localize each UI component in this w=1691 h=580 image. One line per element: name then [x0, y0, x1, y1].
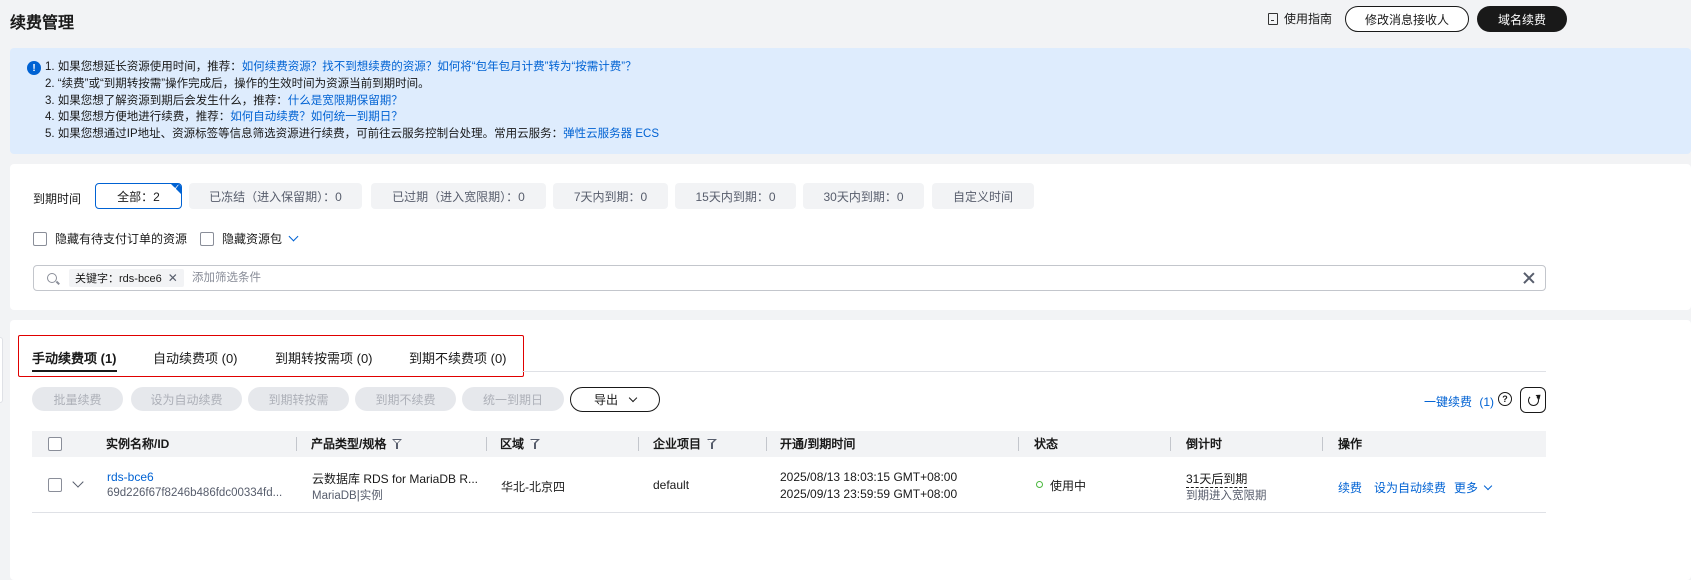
set-auto-renew-link[interactable]: 设为自动续费	[1374, 479, 1446, 496]
open-time: 2025/08/13 18:03:15 GMT+08:00	[780, 470, 958, 484]
countdown-text: 31天后到期	[1186, 472, 1248, 488]
product-type: 云数据库 RDS for MariaDB R...	[312, 472, 479, 486]
renew-link[interactable]: 续费	[1338, 479, 1362, 496]
unify-expiry-button[interactable]: 统一到期日	[462, 387, 564, 411]
notice-link-auto-renew[interactable]: 如何自动续费？如何统一到期日？	[230, 111, 403, 123]
expiry-filter-label: 到期时间	[33, 192, 82, 206]
hide-pending-orders-option[interactable]: 隐藏有待支付订单的资源	[33, 230, 187, 247]
resource-list-panel: 手动续费项 (1) 自动续费项 (0) 到期转按需项 (0) 到期不续费项 (0…	[10, 320, 1691, 580]
filter-panel: 到期时间 全部：2 ✓ 已冻结（进入保留期）：0 已过期（进入宽限期）：0 7天…	[10, 164, 1691, 310]
instance-id: 69d226f67f8246b486fdc00334fd...	[107, 487, 283, 499]
collapse-handle[interactable]	[0, 337, 3, 403]
table-row: rds-bce6 69d226f67f8246b486fdc00334fd...…	[32, 457, 1546, 513]
col-enterprise: 企业项目	[653, 431, 718, 457]
domain-renew-button[interactable]: 域名续费	[1477, 6, 1567, 32]
refresh-icon	[1527, 394, 1539, 406]
to-ondemand-button[interactable]: 到期转按需	[248, 387, 349, 411]
chip-30-days[interactable]: 30天内到期：0	[803, 183, 924, 209]
remove-tag-icon[interactable]: ✕	[168, 271, 178, 285]
refresh-button[interactable]	[1520, 387, 1546, 413]
col-product: 产品类型/规格	[311, 431, 403, 457]
info-notice: ! 1. 如果您想延长资源使用时间，推荐：如何续费资源？找不到想续费的资源？如何…	[10, 48, 1691, 154]
product-spec: MariaDB|实例	[312, 490, 383, 502]
col-instance: 实例名称/ID	[106, 437, 170, 451]
col-region: 区域	[500, 431, 541, 457]
user-guide-label: 使用指南	[1284, 12, 1333, 26]
tab-to-ondemand[interactable]: 到期转按需项 (0)	[275, 348, 373, 367]
col-time: 开通/到期时间	[780, 437, 856, 451]
tab-no-renew[interactable]: 到期不续费项 (0)	[409, 348, 507, 367]
notice-line: 3. 如果您想了解资源到期后会发生什么，推荐：什么是宽限期保留期？	[45, 94, 403, 107]
region: 华北-北京四	[501, 480, 565, 494]
filter-icon[interactable]	[530, 439, 541, 449]
batch-renew-button[interactable]: 批量续费	[32, 387, 123, 411]
notice-link-renew[interactable]: 如何续费资源？找不到想续费的资源？如何将“包年包月计费”转为“按需计费”？	[242, 61, 637, 73]
notice-line: 5. 如果您想通过IP地址、资源标签等信息筛选资源进行续费，可前往云服务控制台处…	[45, 128, 659, 141]
chip-custom-time[interactable]: 自定义时间	[932, 183, 1034, 209]
col-divider	[1322, 437, 1323, 451]
keyword-filter-tag: 关键字：rds-bce6 ✕	[69, 269, 184, 287]
filter-icon[interactable]	[707, 439, 718, 449]
notice-line: 4. 如果您想方便地进行续费，推荐：如何自动续费？如何统一到期日？	[45, 111, 403, 124]
col-ops: 操作	[1338, 437, 1363, 451]
chevron-down-icon[interactable]	[288, 231, 299, 242]
info-icon: !	[27, 61, 41, 75]
tab-manual-renew[interactable]: 手动续费项 (1)	[32, 348, 117, 372]
hide-pending-orders-checkbox[interactable]	[33, 231, 47, 246]
notice-line: 2. “续费”或“到期转按需”操作完成后，操作的生效时间为资源当前到期时间。	[45, 77, 430, 90]
document-icon	[1268, 12, 1278, 25]
one-click-renew-link[interactable]: 一键续费 (1)	[1424, 393, 1494, 410]
col-countdown: 倒计时	[1186, 437, 1223, 451]
col-divider	[766, 437, 767, 451]
chevron-down-icon	[1483, 481, 1493, 491]
tabs-divider	[522, 371, 1546, 372]
user-guide-link[interactable]: 使用指南	[1268, 10, 1332, 27]
more-dropdown[interactable]: 更多	[1454, 479, 1493, 496]
select-all-checkbox[interactable]	[48, 437, 62, 451]
chip-7-days[interactable]: 7天内到期：0	[553, 183, 668, 209]
col-divider	[1018, 437, 1019, 451]
countdown-sub: 到期进入宽限期	[1186, 490, 1267, 502]
search-filter-box[interactable]: 关键字：rds-bce6 ✕	[33, 265, 1546, 291]
expand-chevron-icon[interactable]	[72, 476, 84, 488]
tabs-highlight: 手动续费项 (1) 自动续费项 (0) 到期转按需项 (0) 到期不续费项 (0…	[18, 335, 524, 377]
col-divider	[486, 437, 487, 451]
tab-auto-renew[interactable]: 自动续费项 (0)	[153, 348, 238, 367]
chip-all[interactable]: 全部：2 ✓	[95, 183, 182, 209]
col-divider	[1170, 437, 1171, 451]
table-header: 实例名称/ID 产品类型/规格 区域 企业项目 开通/到期时间 状态 倒计时 操…	[32, 431, 1546, 457]
hide-resource-package-option[interactable]: 隐藏资源包	[200, 230, 299, 247]
col-status: 状态	[1034, 437, 1059, 451]
notice-line: 1. 如果您想延长资源使用时间，推荐：如何续费资源？找不到想续费的资源？如何将“…	[45, 61, 637, 73]
chevron-down-icon	[628, 393, 638, 402]
col-divider	[638, 437, 639, 451]
notice-link-grace-period[interactable]: 什么是宽限期保留期？	[288, 95, 403, 107]
clear-icon[interactable]	[1523, 272, 1535, 284]
search-icon	[47, 273, 57, 283]
page-header: 续费管理 使用指南 修改消息接收人 域名续费	[0, 0, 1691, 42]
col-divider	[296, 437, 297, 451]
status-text: 使用中	[1050, 479, 1087, 493]
export-button[interactable]: 导出	[570, 387, 660, 412]
edit-message-receiver-button[interactable]: 修改消息接收人	[1345, 6, 1469, 32]
check-icon: ✓	[173, 183, 180, 192]
chip-15-days[interactable]: 15天内到期：0	[675, 183, 796, 209]
set-auto-renew-button[interactable]: 设为自动续费	[131, 387, 242, 411]
status-dot-icon	[1036, 481, 1043, 488]
chip-expired[interactable]: 已过期（进入宽限期）：0	[371, 183, 546, 209]
notice-link-ecs[interactable]: 弹性云服务器 ECS	[563, 128, 659, 140]
row-checkbox[interactable]	[48, 478, 62, 492]
instance-name-link[interactable]: rds-bce6	[107, 470, 154, 484]
filter-icon[interactable]	[392, 439, 403, 449]
help-icon[interactable]: ?	[1498, 392, 1512, 406]
page-title: 续费管理	[10, 15, 75, 32]
expire-time: 2025/09/13 23:59:59 GMT+08:00	[780, 487, 958, 501]
chip-frozen[interactable]: 已冻结（进入保留期）：0	[189, 183, 362, 209]
search-input[interactable]	[192, 269, 1492, 287]
enterprise-project: default	[653, 478, 690, 492]
hide-resource-package-checkbox[interactable]	[200, 231, 214, 246]
no-renew-button[interactable]: 到期不续费	[355, 387, 456, 411]
